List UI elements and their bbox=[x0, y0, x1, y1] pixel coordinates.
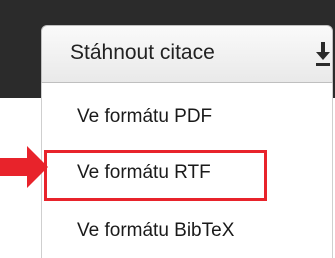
menu-item-label: Ve formátu BibTeX bbox=[77, 220, 235, 241]
menu-item-label: Ve formátu RTF bbox=[77, 162, 211, 183]
menu-item-rtf[interactable]: Ve formátu RTF bbox=[42, 150, 332, 200]
screenshot-stage: Stáhnout citace Ve formátu PDF Ve formát… bbox=[0, 0, 335, 258]
download-format-menu: Ve formátu PDF Ve formátu RTF Ve formátu… bbox=[41, 83, 333, 258]
red-arrow-right-icon bbox=[0, 146, 48, 188]
menu-item-pdf[interactable]: Ve formátu PDF bbox=[42, 94, 332, 144]
download-citations-label: Stáhnout citace bbox=[70, 41, 215, 64]
menu-item-bibtex[interactable]: Ve formátu BibTeX bbox=[42, 208, 332, 258]
menu-item-label: Ve formátu PDF bbox=[77, 106, 213, 127]
download-citations-button[interactable]: Stáhnout citace bbox=[41, 25, 333, 83]
download-icon bbox=[316, 42, 330, 66]
